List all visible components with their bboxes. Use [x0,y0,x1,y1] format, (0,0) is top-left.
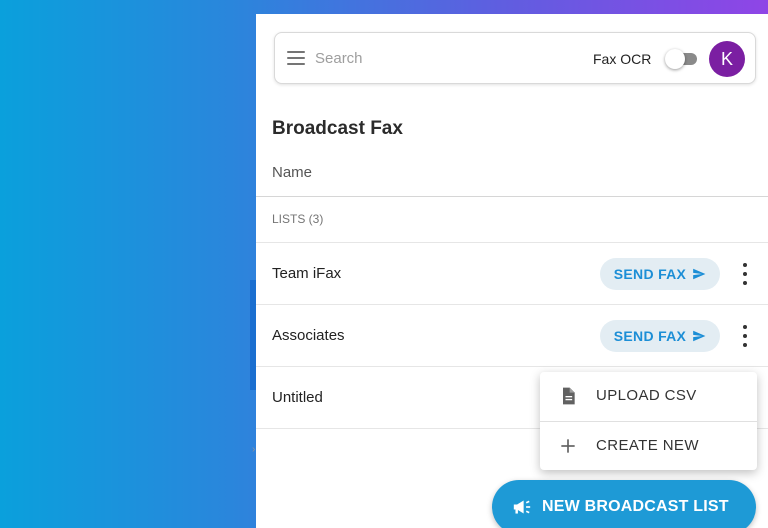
more-options-icon[interactable] [740,325,750,347]
plus-icon [561,439,575,453]
menu-icon[interactable] [287,51,305,65]
send-fax-label: SEND FAX [613,266,687,282]
file-icon [563,387,575,405]
list-item[interactable]: Associates SEND FAX [256,305,768,367]
list-item-name: Associates [272,327,345,344]
send-icon [693,330,706,342]
lists-count-label: LISTS (3) [272,212,324,226]
menu-item-upload-csv[interactable]: UPLOAD CSV [540,372,757,420]
search-input[interactable] [315,45,575,71]
fax-ocr-label: Fax OCR [593,51,652,67]
search-bar: Fax OCR K [274,32,756,84]
menu-item-label: UPLOAD CSV [596,387,697,404]
fax-ocr-toggle[interactable] [665,49,697,69]
list-context-menu: UPLOAD CSV CREATE NEW [540,372,757,470]
new-broadcast-list-button[interactable]: NEW BROADCAST LIST [492,480,756,528]
send-fax-button[interactable]: SEND FAX [600,258,720,290]
list-item-name: Untitled [272,389,323,406]
menu-item-create-new[interactable]: CREATE NEW [540,422,757,470]
megaphone-icon [513,500,531,514]
fab-label: NEW BROADCAST LIST [542,498,729,515]
more-options-icon[interactable] [740,263,750,285]
avatar[interactable]: K [709,41,745,77]
chevron-right-icon[interactable]: › [252,444,255,455]
list-item[interactable]: Team iFax SEND FAX [256,243,768,305]
list-item-name: Team iFax [272,265,342,282]
column-header-name[interactable]: Name [272,164,312,181]
page-title: Broadcast Fax [272,118,403,139]
menu-item-label: CREATE NEW [596,437,699,454]
send-fax-label: SEND FAX [613,328,687,344]
header-divider [256,196,768,197]
send-fax-button[interactable]: SEND FAX [600,320,720,352]
send-icon [693,268,706,280]
